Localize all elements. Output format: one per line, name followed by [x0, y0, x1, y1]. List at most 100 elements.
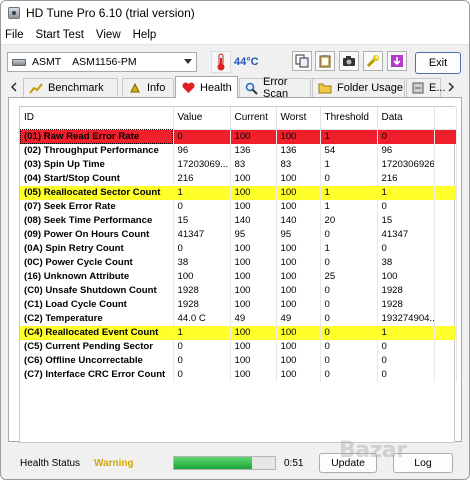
cell-data: 0 [377, 353, 435, 368]
cell-status [434, 311, 457, 326]
cell-status [434, 227, 457, 242]
cell-current: 100 [230, 129, 277, 144]
app-icon [8, 7, 20, 19]
folder-icon [318, 81, 332, 95]
tab-scroll-right[interactable] [444, 78, 458, 96]
cell-worst: 100 [276, 171, 321, 186]
options-button[interactable] [363, 51, 383, 71]
cell-current: 100 [230, 255, 277, 270]
table-row[interactable]: (05) Reallocated Sector Count 1 100 100 1 1 [20, 185, 457, 200]
update-button[interactable]: Update [319, 453, 377, 473]
cell-worst: 140 [276, 213, 321, 228]
cell-value: 1928 [173, 297, 231, 312]
cell-worst: 100 [276, 367, 321, 382]
cell-threshold: 25 [320, 269, 378, 284]
table-row[interactable]: (0C) Power Cycle Count 38 100 100 0 38 [20, 255, 457, 270]
column-header-threshold[interactable]: Threshold [320, 107, 378, 130]
table-row[interactable]: (C5) Current Pending Sector 0 100 100 0 0 [20, 339, 457, 354]
table-row[interactable]: (02) Throughput Performance 96 136 136 54 96 [20, 143, 457, 158]
log-button[interactable]: Log [393, 453, 453, 473]
download-arrow-icon [391, 55, 403, 67]
drive-select[interactable]: ASMT ASM1156-PM [7, 52, 197, 72]
cell-id: (07) Seek Error Rate [20, 199, 174, 214]
column-header-id[interactable]: ID [20, 107, 174, 130]
download-button[interactable] [387, 51, 407, 71]
cell-data: 15 [377, 213, 435, 228]
smart-attribute-table: ID Value Current Worst Threshold Data (0… [19, 106, 457, 443]
erase-icon [412, 81, 424, 95]
cell-value: 38 [173, 255, 231, 270]
cell-value: 1928 [173, 283, 231, 298]
window-title: HD Tune Pro 6.10 (trial version) [26, 6, 195, 20]
table-row[interactable]: (C7) Interface CRC Error Count 0 100 100 0 0 [20, 367, 457, 382]
cell-worst: 100 [276, 185, 321, 200]
table-row[interactable]: (C0) Unsafe Shutdown Count 1928 100 100 0 192… [20, 283, 457, 298]
table-row[interactable]: (07) Seek Error Rate 0 100 100 1 0 [20, 199, 457, 214]
table-row[interactable]: (16) Unknown Attribute 100 100 100 25 100 [20, 269, 457, 284]
menu-file[interactable]: File [1, 26, 30, 44]
drive-label: ASMT ASM1156-PM [32, 56, 137, 68]
save-button[interactable] [315, 51, 335, 71]
cell-data: 0 [377, 241, 435, 256]
table-row[interactable]: (03) Spin Up Time 17203069... 83 83 1 1720306… [20, 157, 457, 172]
cell-id: (C1) Load Cycle Count [20, 297, 174, 312]
table-row[interactable]: (C1) Load Cycle Count 1928 100 100 0 1928 [20, 297, 457, 312]
copy-button[interactable] [292, 51, 312, 71]
cell-threshold: 0 [320, 325, 378, 340]
cell-threshold: 1 [320, 157, 378, 172]
app-window: HD Tune Pro 6.10 (trial version) File St… [0, 0, 470, 480]
cell-threshold: 1 [320, 241, 378, 256]
menu-help[interactable]: Help [127, 26, 163, 44]
column-header-current[interactable]: Current [230, 107, 277, 130]
cell-current: 100 [230, 171, 277, 186]
column-header-worst[interactable]: Worst [276, 107, 321, 130]
exit-button[interactable]: Exit [415, 52, 461, 74]
cell-threshold: 0 [320, 297, 378, 312]
scan-progress-fill [174, 457, 252, 469]
cell-data: 0 [377, 367, 435, 382]
table-row[interactable]: (01) Raw Read Error Rate 0 100 100 1 0 [20, 129, 457, 144]
tab-bar: Benchmark Info Health Error Scan Folder … [1, 76, 469, 100]
cell-worst: 100 [276, 199, 321, 214]
table-row[interactable]: (04) Start/Stop Count 216 100 100 0 216 [20, 171, 457, 186]
cell-status [434, 255, 457, 270]
column-header-status[interactable] [434, 107, 457, 130]
cell-value: 41347 [173, 227, 231, 242]
tab-error-scan[interactable]: Error Scan [239, 76, 311, 100]
menu-start-test[interactable]: Start Test [30, 26, 90, 44]
column-header-data[interactable]: Data [377, 107, 435, 130]
tab-folder-usage[interactable]: Folder Usage [312, 78, 405, 97]
health-panel: ID Value Current Worst Threshold Data (0… [8, 97, 462, 443]
menu-view[interactable]: View [90, 26, 127, 44]
tab-scroll-left[interactable] [7, 78, 21, 96]
column-header-value[interactable]: Value [173, 107, 231, 130]
cell-data: 193274904... [377, 311, 435, 326]
tab-benchmark[interactable]: Benchmark [23, 78, 118, 97]
cell-value: 1 [173, 325, 231, 340]
table-row[interactable]: (C6) Offline Uncorrectable 0 100 100 0 0 [20, 353, 457, 368]
screenshot-button[interactable] [339, 51, 359, 71]
cell-status [434, 339, 457, 354]
cell-current: 140 [230, 213, 277, 228]
tab-erase[interactable]: E... [406, 78, 446, 97]
cell-threshold: 0 [320, 255, 378, 270]
cell-value: 1 [173, 185, 231, 200]
table-row[interactable]: (0A) Spin Retry Count 0 100 100 1 0 [20, 241, 457, 256]
cell-value: 0 [173, 353, 231, 368]
cell-data: 1928 [377, 297, 435, 312]
cell-threshold: 1 [320, 129, 378, 144]
cell-worst: 100 [276, 283, 321, 298]
wrench-icon [366, 55, 379, 68]
table-row[interactable]: (C4) Reallocated Event Count 1 100 100 0 1 [20, 325, 457, 340]
tab-info[interactable]: Info [122, 78, 174, 97]
cell-id: (09) Power On Hours Count [20, 227, 174, 242]
table-row[interactable]: (09) Power On Hours Count 41347 95 95 0 41347 [20, 227, 457, 242]
cell-data: 17203069265 [377, 157, 435, 172]
tab-benchmark-label: Benchmark [48, 82, 104, 94]
cell-data: 96 [377, 143, 435, 158]
cell-status [434, 199, 457, 214]
cell-status [434, 171, 457, 186]
table-row[interactable]: (08) Seek Time Performance 15 140 140 20 15 [20, 213, 457, 228]
tab-health[interactable]: Health [175, 76, 238, 98]
table-row[interactable]: (C2) Temperature 44.0 C 49 49 0 193274904... [20, 311, 457, 326]
